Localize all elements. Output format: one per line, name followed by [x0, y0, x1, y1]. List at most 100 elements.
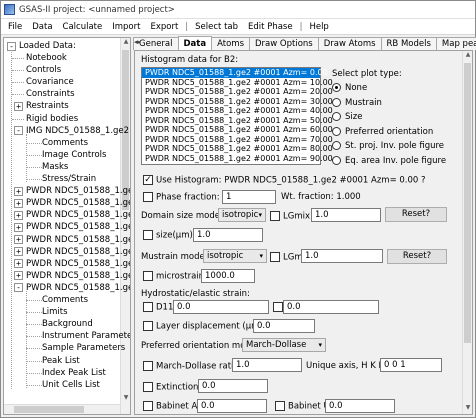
d11-checkbox[interactable]: D11: [143, 302, 173, 313]
expand-icon[interactable]: +: [14, 210, 23, 220]
radio-icon[interactable]: [332, 83, 341, 92]
histogram-list-item[interactable]: PWDR NDC5_01588_1.ge2 #0001 Azm= 50.00: [142, 116, 333, 126]
tree-item[interactable]: Notebook: [26, 52, 67, 64]
domain-reset-button[interactable]: Reset?: [385, 207, 447, 222]
histogram-list-item[interactable]: PWDR NDC5_01588_1.ge2 #0001 Azm= 80.00: [142, 144, 333, 154]
tree-item[interactable]: Background: [42, 318, 93, 330]
babinet-a-input[interactable]: 0.0: [197, 399, 267, 413]
babinet-a-checkbox[interactable]: Babinet A:: [143, 401, 200, 412]
tree-item[interactable]: + PWDR NDC5_01588_1.ge2: [14, 197, 130, 209]
menu-calculate[interactable]: Calculate: [58, 22, 108, 32]
babinet-u-checkbox[interactable]: Babinet U:: [275, 401, 333, 412]
menu-export[interactable]: Export: [145, 22, 183, 32]
expand-icon[interactable]: +: [14, 247, 23, 257]
scroll-down-icon[interactable]: ▼: [463, 404, 472, 414]
histogram-list-item[interactable]: PWDR NDC5_01588_1.ge2 #0001 Azm= 40.00: [142, 106, 333, 116]
tree-item[interactable]: Limits: [42, 306, 68, 318]
histogram-list-item[interactable]: PWDR NDC5_01588_1.ge2 #0001 Azm= 30.00: [142, 97, 333, 107]
tab-atoms[interactable]: Atoms: [211, 37, 251, 50]
radio-icon[interactable]: [332, 97, 341, 107]
tree-item[interactable]: Comments: [42, 294, 88, 306]
menu-select-tab[interactable]: Select tab: [190, 22, 243, 32]
phase-fraction-input[interactable]: 1: [222, 190, 276, 204]
d11-input[interactable]: 0.0: [173, 300, 269, 314]
tree-item[interactable]: + PWDR NDC5_01588_1.ge2: [14, 185, 130, 197]
mustrain-lgmix-input[interactable]: 1.0: [301, 249, 383, 263]
tree-item[interactable]: Masks: [42, 161, 68, 173]
tree-item[interactable]: + Restraints: [14, 100, 69, 112]
histogram-list-item[interactable]: PWDR NDC5_01588_1.ge2 #0001 Azm= 10.00: [142, 78, 333, 88]
menu-help[interactable]: Help: [304, 22, 333, 32]
tree-hscroll-thumb[interactable]: [14, 406, 84, 413]
mustrain-reset-button[interactable]: Reset?: [387, 249, 447, 264]
radio-icon[interactable]: [332, 112, 341, 121]
tree-item[interactable]: Sample Parameters: [42, 342, 125, 354]
expand-icon[interactable]: +: [14, 271, 23, 281]
march-dollase-input[interactable]: 1.0: [232, 358, 302, 372]
tab-rb-models[interactable]: RB Models: [380, 37, 437, 50]
plot-type-radio[interactable]: None: [332, 83, 367, 93]
panel-vertical-scrollbar[interactable]: ▲ ▼: [462, 51, 472, 414]
domain-lgmix-input[interactable]: 1.0: [311, 208, 381, 222]
tab-map-peaks[interactable]: Map peaks: [435, 37, 476, 50]
collapse-icon[interactable]: -: [14, 126, 23, 136]
tree-item[interactable]: + PWDR NDC5_01588_1.ge2: [14, 270, 130, 282]
menu-import[interactable]: Import: [107, 22, 145, 32]
plot-type-radio[interactable]: Preferred orientation: [332, 126, 433, 137]
babinet-u-input[interactable]: 0.0: [325, 399, 395, 413]
tree-item[interactable]: - PWDR NDC5_01588_1.ge2: [14, 282, 130, 294]
domain-lgmix-checkbox[interactable]: LGmix: [270, 211, 310, 222]
expand-icon[interactable]: +: [14, 186, 23, 196]
histogram-list-item[interactable]: PWDR NDC5_01588_1.ge2 #0001 Azm= 90.00: [142, 154, 333, 164]
tree-item[interactable]: + PWDR NDC5_01588_1.ge2: [14, 246, 130, 258]
microstrain-checkbox[interactable]: microstrain:: [143, 271, 207, 282]
tree-item[interactable]: + PWDR NDC5_01588_1.ge2: [14, 258, 130, 270]
domain-size-select[interactable]: isotropic ▾: [218, 208, 266, 222]
extinction-checkbox[interactable]: Extinction:: [143, 382, 201, 393]
histogram-list-item[interactable]: PWDR NDC5_01588_1.ge2 #0001 Azm= 0.00: [142, 68, 328, 78]
histogram-list-item[interactable]: PWDR NDC5_01588_1.ge2 #0001 Azm= 70.00: [142, 135, 333, 145]
menu-edit-phase[interactable]: Edit Phase: [243, 22, 298, 32]
tree-item[interactable]: Covariance: [26, 76, 74, 88]
size-input[interactable]: 1.0: [193, 228, 263, 242]
expand-icon[interactable]: +: [14, 198, 23, 208]
histogram-list[interactable]: PWDR NDC5_01588_1.ge2 #0001 Azm= 0.00 PWD…: [141, 67, 333, 165]
scroll-down-icon[interactable]: ▼: [121, 394, 130, 404]
tree-item[interactable]: Peak List: [42, 355, 80, 367]
plot-type-radio[interactable]: Eq. area Inv. pole figure: [332, 155, 446, 166]
pref-orient-select[interactable]: March-Dollase ▾: [242, 338, 326, 352]
tree-item[interactable]: Rigid bodies: [26, 113, 78, 125]
mustrain-select[interactable]: isotropic ▾: [203, 249, 267, 263]
expand-icon[interactable]: +: [14, 259, 23, 269]
phase-fraction-checkbox[interactable]: Phase fraction:: [143, 192, 220, 203]
tree-item[interactable]: Stress/Strain: [42, 173, 96, 185]
data-tree[interactable]: - Loaded Data: ▲ ▼ Notebook Controls Covar…: [3, 37, 131, 415]
expand-icon[interactable]: +: [14, 222, 23, 232]
tree-item[interactable]: Constraints: [26, 88, 75, 100]
tree-item[interactable]: Controls: [26, 64, 61, 76]
march-dollase-checkbox[interactable]: March-Dollase ratio:: [143, 361, 241, 372]
tree-item[interactable]: + PWDR NDC5_01588_1.ge2: [14, 234, 130, 246]
plot-type-radio[interactable]: Mustrain: [332, 97, 382, 108]
extinction-input[interactable]: 0.0: [198, 379, 268, 393]
histogram-list-item[interactable]: PWDR NDC5_01588_1.ge2 #0001 Azm= 60.00: [142, 125, 333, 135]
panel-scroll-thumb[interactable]: [464, 63, 471, 343]
layer-displacement-checkbox[interactable]: Layer displacement (μm):: [143, 321, 266, 332]
tree-horizontal-scrollbar[interactable]: [4, 404, 120, 414]
expand-icon[interactable]: +: [14, 235, 23, 244]
histogram-list-item[interactable]: PWDR NDC5_01588_1.ge2 #0001 Azm= 20.00: [142, 87, 333, 97]
plot-type-radio[interactable]: St. proj. Inv. pole figure: [332, 141, 444, 151]
tree-item[interactable]: + PWDR NDC5_01588_1.ge2: [14, 209, 130, 221]
tree-item[interactable]: + PWDR NDC5_01588_1.ge2: [14, 221, 130, 233]
tab-draw-options[interactable]: Draw Options: [249, 37, 319, 50]
radio-icon[interactable]: [332, 141, 341, 150]
scroll-up-icon[interactable]: ▲: [463, 51, 472, 61]
use-histogram-check-icon[interactable]: ✓: [143, 175, 153, 185]
tree-item[interactable]: Instrument Parameter: [42, 330, 130, 342]
tab-scroll-arrows-icon[interactable]: ◂▸: [134, 38, 148, 46]
menu-file[interactable]: File: [3, 22, 27, 32]
microstrain-input[interactable]: 1000.0: [201, 269, 255, 283]
collapse-icon[interactable]: -: [14, 283, 23, 293]
tab-draw-atoms[interactable]: Draw Atoms: [317, 37, 382, 50]
tree-item[interactable]: Index Peak List: [42, 367, 106, 379]
